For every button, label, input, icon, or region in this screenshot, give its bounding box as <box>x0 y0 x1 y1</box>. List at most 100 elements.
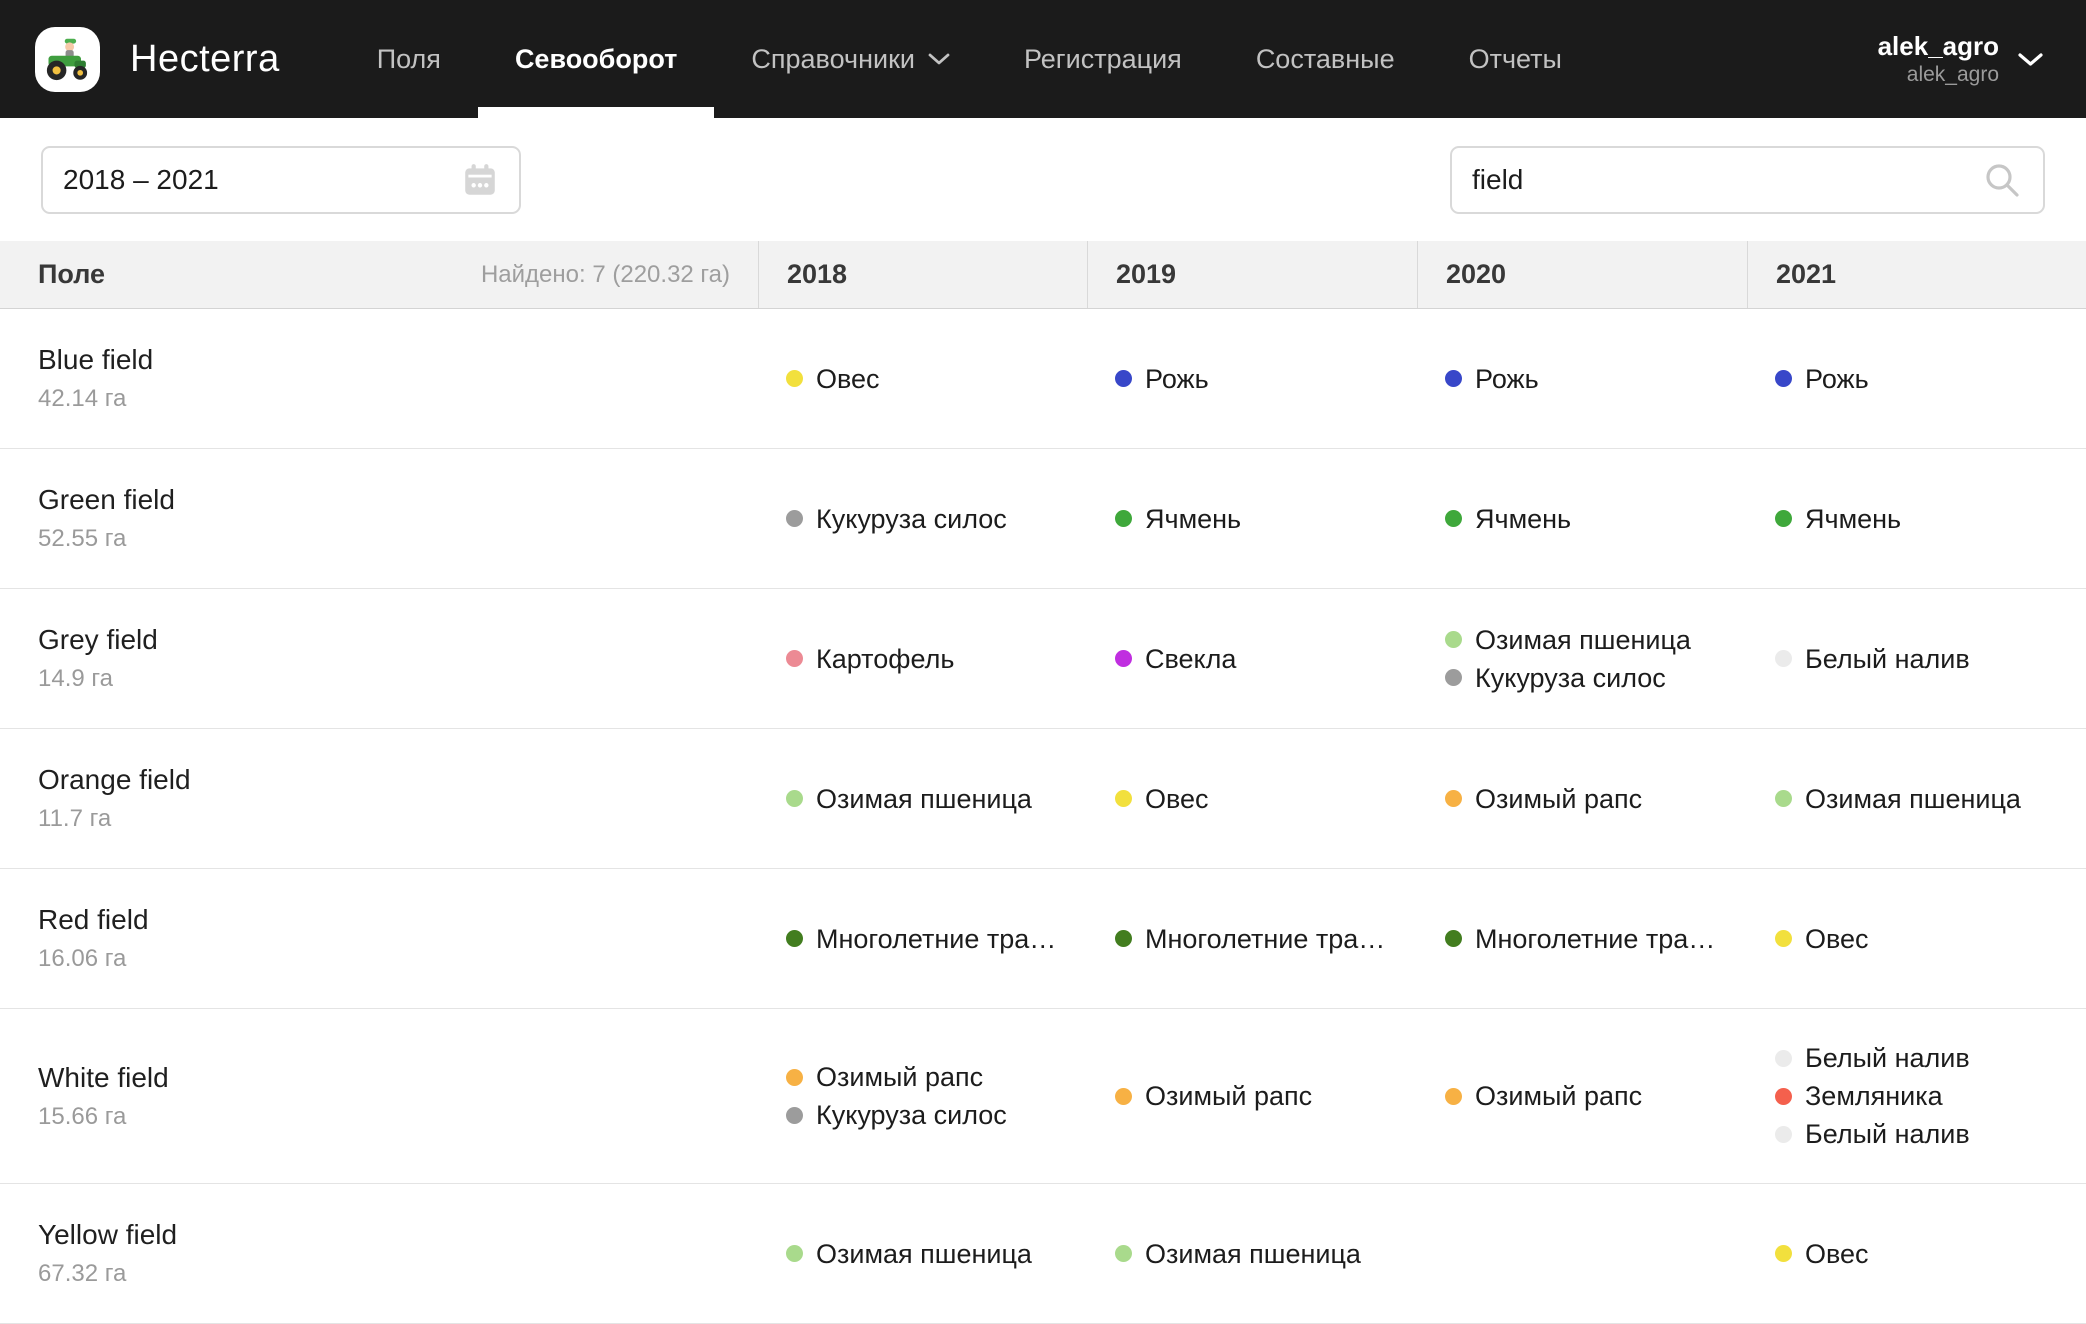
crop-label: Овес <box>1145 782 1209 816</box>
crop-label: Ячмень <box>1145 502 1241 536</box>
crop-label: Овес <box>1805 922 1869 956</box>
crop-item: Кукуруза силос <box>786 502 1087 536</box>
crop-color-dot <box>1445 790 1462 807</box>
table-row[interactable]: Red field 16.06 га Многолетние тра… Мног… <box>0 869 2086 1009</box>
crop-color-dot <box>1115 790 1132 807</box>
crop-item: Озимая пшеница <box>1445 623 1747 657</box>
nav-item-label: Поля <box>377 44 441 75</box>
app-logo[interactable] <box>35 27 100 92</box>
year-cell: Озимый рапс <box>1417 782 1747 816</box>
crop-label: Овес <box>816 362 880 396</box>
year-cell: Овес <box>1087 782 1417 816</box>
search-icon[interactable] <box>1981 159 2023 201</box>
crop-label: Рожь <box>1805 362 1869 396</box>
crop-color-dot <box>786 1245 803 1262</box>
year-header-2018[interactable]: 2018 <box>758 241 1087 308</box>
crop-color-dot <box>786 790 803 807</box>
crop-item: Озимый рапс <box>1445 782 1747 816</box>
crop-label: Озимая пшеница <box>816 1237 1032 1271</box>
crop-color-dot <box>1115 650 1132 667</box>
crop-color-dot <box>1445 930 1462 947</box>
crop-item: Рожь <box>1445 362 1747 396</box>
crop-color-dot <box>1115 1245 1132 1262</box>
found-summary: Найдено: 7 (220.32 га) <box>481 261 730 289</box>
nav-item[interactable]: Регистрация <box>987 0 1219 118</box>
field-cell: Blue field 42.14 га <box>0 344 758 413</box>
table-row[interactable]: Green field 52.55 га Кукуруза силос Ячме… <box>0 449 2086 589</box>
crop-label: Кукуруза силос <box>1475 661 1666 695</box>
table-header-row: Поле Найдено: 7 (220.32 га) 2018 2019 20… <box>0 241 2086 309</box>
field-cell: Orange field 11.7 га <box>0 764 758 833</box>
nav-item-label: Регистрация <box>1024 44 1182 75</box>
crop-label: Многолетние тра… <box>1145 922 1385 956</box>
year-header-2019[interactable]: 2019 <box>1087 241 1417 308</box>
crop-item: Овес <box>786 362 1087 396</box>
crop-label: Ячмень <box>1475 502 1571 536</box>
table-row[interactable]: White field 15.66 га Озимый рапсКукуруза… <box>0 1009 2086 1184</box>
crop-label: Озимый рапс <box>816 1060 983 1094</box>
year-cell: Озимая пшеница Кукуруза силос <box>1417 623 1747 695</box>
year-cell: Кукуруза силос <box>758 502 1087 536</box>
crop-label: Озимая пшеница <box>1805 782 2021 816</box>
nav-item-label: Отчеты <box>1469 44 1562 75</box>
year-header-2020[interactable]: 2020 <box>1417 241 1747 308</box>
search-box[interactable] <box>1450 146 2045 214</box>
field-name: Blue field <box>38 344 758 376</box>
crop-item: Озимая пшеница <box>786 782 1087 816</box>
crop-color-dot <box>1445 370 1462 387</box>
crop-label: Белый налив <box>1805 1117 1970 1151</box>
crop-color-dot <box>1775 930 1792 947</box>
user-name: alek_agro <box>1878 30 1999 62</box>
crop-color-dot <box>786 1069 803 1086</box>
crop-label: Рожь <box>1475 362 1539 396</box>
table-row[interactable]: Blue field 42.14 га Овес Рожь Рожь Рожь <box>0 309 2086 449</box>
search-input[interactable] <box>1472 164 1981 196</box>
crop-item: Озимая пшеница <box>786 1237 1087 1271</box>
year-cell: Свекла <box>1087 642 1417 676</box>
nav-item[interactable]: Севооборот <box>478 0 714 118</box>
table-row[interactable]: Yellow field 67.32 га Озимая пшеница Ози… <box>0 1184 2086 1324</box>
field-area: 67.32 га <box>38 1260 758 1288</box>
crop-label: Многолетние тра… <box>816 922 1056 956</box>
crop-item: Ячмень <box>1115 502 1417 536</box>
crop-item: Рожь <box>1115 362 1417 396</box>
crop-item: Озимая пшеница <box>1775 782 2086 816</box>
crop-label: Ячмень <box>1805 502 1901 536</box>
nav-item-label: Справочники <box>751 44 915 75</box>
crop-color-dot <box>1445 669 1462 686</box>
field-area: 42.14 га <box>38 385 758 413</box>
year-cell: Овес <box>1747 1237 2086 1271</box>
crop-item: Овес <box>1115 782 1417 816</box>
nav-item[interactable]: Отчеты <box>1432 0 1599 118</box>
field-area: 16.06 га <box>38 945 758 973</box>
crop-color-dot <box>1775 1088 1792 1105</box>
tractor-logo-icon <box>42 33 94 85</box>
year-cell: Озимая пшеница <box>1087 1237 1417 1271</box>
year-cell: Белый налив <box>1747 642 2086 676</box>
field-column-header: Поле Найдено: 7 (220.32 га) <box>0 241 758 308</box>
field-name: Grey field <box>38 624 758 656</box>
year-cell: Озимая пшеница <box>758 782 1087 816</box>
field-area: 52.55 га <box>38 525 758 553</box>
user-menu[interactable]: alek_agro alek_agro <box>1878 30 2044 88</box>
crop-label: Озимый рапс <box>1145 1079 1312 1113</box>
date-range-picker[interactable] <box>41 146 521 214</box>
nav-item[interactable]: Поля <box>340 0 478 118</box>
date-range-input[interactable] <box>63 164 461 196</box>
table-row[interactable]: Orange field 11.7 га Озимая пшеница Овес… <box>0 729 2086 869</box>
year-header-2021[interactable]: 2021 <box>1747 241 2086 308</box>
nav-item[interactable]: Составные <box>1219 0 1432 118</box>
year-cell: Озимый рапсКукуруза силос <box>758 1060 1087 1132</box>
table-row[interactable]: Grey field 14.9 га Картофель Свекла Озим… <box>0 589 2086 729</box>
year-cell: Овес <box>1747 922 2086 956</box>
nav-item[interactable]: Справочники <box>714 0 987 118</box>
crop-label: Озимая пшеница <box>816 782 1032 816</box>
crop-color-dot <box>1775 1050 1792 1067</box>
year-cell: Ячмень <box>1747 502 2086 536</box>
main-nav: Поля Севооборот Справочники Регистрация <box>340 0 1599 118</box>
calendar-icon[interactable] <box>461 161 499 199</box>
crop-color-dot <box>786 510 803 527</box>
crop-label: Кукуруза силос <box>816 502 1007 536</box>
chevron-down-icon <box>928 52 950 66</box>
crop-label: Озимая пшеница <box>1145 1237 1361 1271</box>
